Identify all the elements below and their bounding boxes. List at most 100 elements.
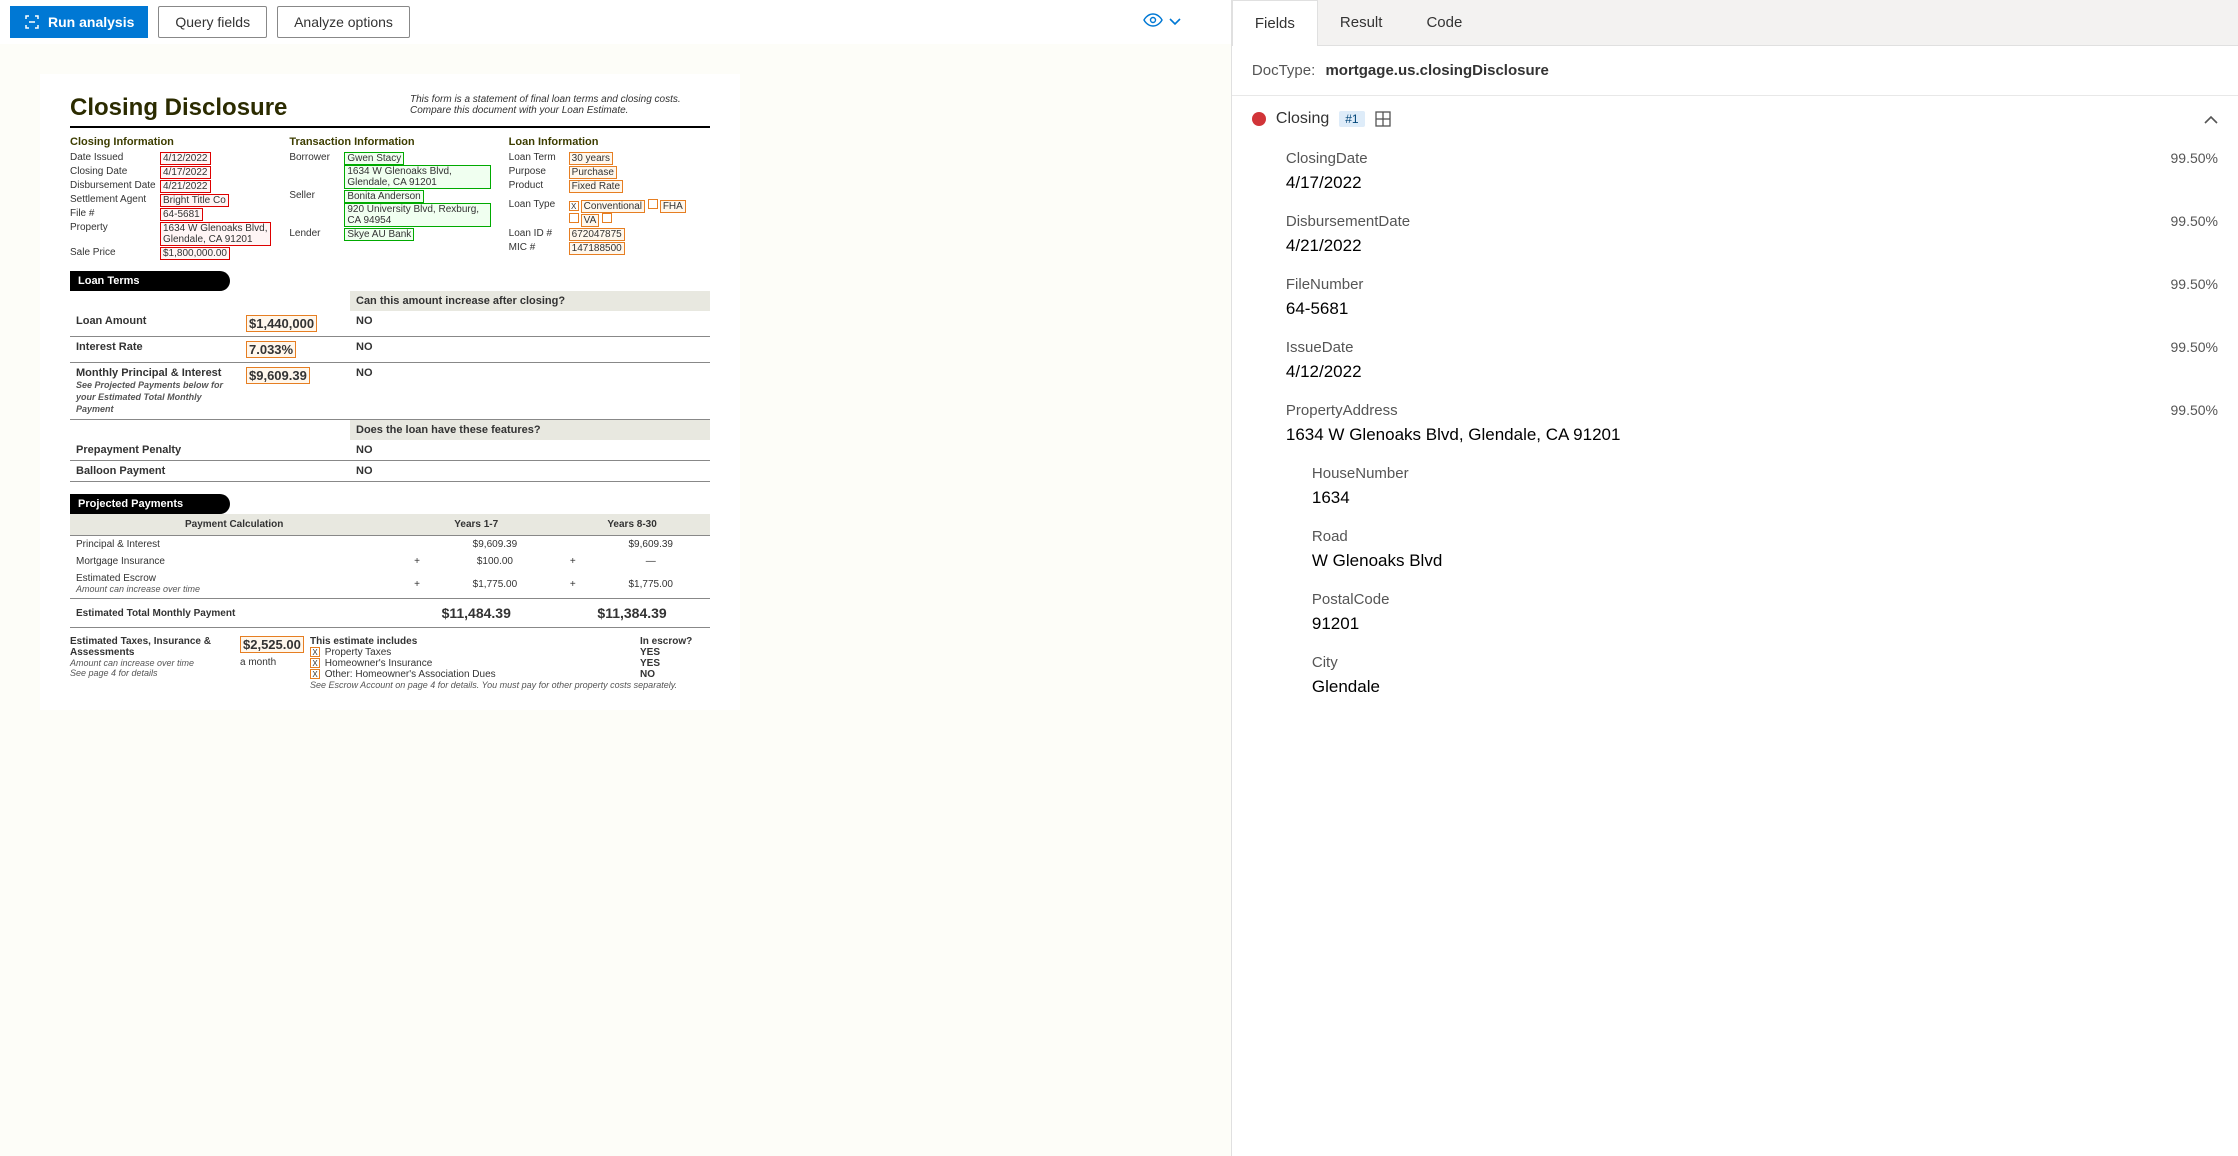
group-title: Closing xyxy=(1276,110,1329,128)
seller-name: Bonita Anderson xyxy=(344,190,423,203)
group-badge: #1 xyxy=(1339,111,1364,127)
file-value: 64-5681 xyxy=(160,208,203,221)
ee-label: Estimated Escrow xyxy=(76,573,156,584)
date-issued-label: Date Issued xyxy=(70,152,160,165)
field-value: 4/12/2022 xyxy=(1286,362,2218,382)
monthly-value: $9,609.39 xyxy=(246,367,310,384)
doctype-label: DocType: xyxy=(1252,62,1315,79)
ee-note: Amount can increase over time xyxy=(76,584,200,594)
loantype-fha: FHA xyxy=(660,200,686,213)
check-icon xyxy=(602,213,612,223)
fields-scroll[interactable]: Closing #1 ClosingDate99.50%4/17/2022Dis… xyxy=(1232,96,2238,1156)
prepay-value: NO xyxy=(350,440,710,461)
includes-header: This estimate includes xyxy=(310,636,640,647)
field-name: PropertyAddress xyxy=(1286,402,1398,419)
field-item[interactable]: FileNumber99.50%64-5681 xyxy=(1232,268,2238,331)
interest-inc: NO xyxy=(350,337,710,363)
mic-label: MIC # xyxy=(509,242,569,255)
monthly-inc: NO xyxy=(350,363,710,420)
subfield-name: HouseNumber xyxy=(1312,465,1409,482)
monthly-note: See Projected Payments below for your Es… xyxy=(76,380,223,414)
eta-note2: See page 4 for details xyxy=(70,668,240,678)
file-label: File # xyxy=(70,208,160,221)
eta-per: a month xyxy=(240,657,276,668)
settlement-value: Bright Title Co xyxy=(160,194,229,207)
date-issued-value: 4/12/2022 xyxy=(160,152,211,165)
field-value: 64-5681 xyxy=(1286,299,2218,319)
chevron-up-icon[interactable] xyxy=(2204,112,2218,127)
loan-info-header: Loan Information xyxy=(509,136,710,148)
check-icon: X xyxy=(569,201,579,211)
field-name: FileNumber xyxy=(1286,276,1364,293)
payment-calc-label: Payment Calculation xyxy=(70,514,398,536)
closing-date-value: 4/17/2022 xyxy=(160,166,211,179)
esc-1: YES xyxy=(640,647,710,658)
doctype-line: DocType: mortgage.us.closingDisclosure xyxy=(1232,46,2238,96)
loantype-label: Loan Type xyxy=(509,199,569,227)
query-fields-button[interactable]: Query fields xyxy=(158,6,267,38)
closing-info-header: Closing Information xyxy=(70,136,271,148)
esc-2: YES xyxy=(640,658,710,669)
eta-note1: Amount can increase over time xyxy=(70,658,240,668)
check-icon xyxy=(648,199,658,209)
loanterm-value: 30 years xyxy=(569,152,613,165)
eta-label: Estimated Taxes, Insurance & Assessments xyxy=(70,636,240,658)
subfield-item[interactable]: PostalCode91201 xyxy=(1232,583,2238,646)
pi-2: $9,609.39 xyxy=(592,536,710,554)
tabs: Fields Result Code xyxy=(1232,0,2238,46)
field-item[interactable]: ClosingDate99.50%4/17/2022 xyxy=(1232,142,2238,205)
purpose-label: Purpose xyxy=(509,166,569,179)
subfield-item[interactable]: HouseNumber 1634 xyxy=(1232,457,2238,520)
transaction-info-header: Transaction Information xyxy=(289,136,490,148)
field-confidence: 99.50% xyxy=(2171,150,2218,166)
subfield-value: Glendale xyxy=(1312,677,2218,697)
loan-amount-inc: NO xyxy=(350,311,710,337)
toolbar: Run analysis Query fields Analyze option… xyxy=(0,0,1231,44)
group-header[interactable]: Closing #1 xyxy=(1232,96,2238,142)
purpose-value: Purchase xyxy=(569,166,617,179)
field-value: 1634 W Glenoaks Blvd, Glendale, CA 91201 xyxy=(1286,425,2218,445)
doctype-value: mortgage.us.closingDisclosure xyxy=(1325,62,1548,79)
field-confidence: 99.50% xyxy=(2171,402,2218,418)
projected-header: Projected Payments xyxy=(70,494,230,514)
mi-label: Mortgage Insurance xyxy=(70,553,398,570)
seller-label: Seller xyxy=(289,190,344,227)
etm-label: Estimated Total Monthly Payment xyxy=(70,599,398,628)
tab-fields[interactable]: Fields xyxy=(1232,0,1318,46)
loantype-conv: Conventional xyxy=(581,200,645,213)
subfield-item[interactable]: CityGlendale xyxy=(1232,646,2238,709)
loan-amount-label: Loan Amount xyxy=(70,311,240,337)
field-item[interactable]: PropertyAddress 99.50% 1634 W Glenoaks Blv… xyxy=(1232,394,2238,457)
field-name: DisbursementDate xyxy=(1286,213,1410,230)
lender-value: Skye AU Bank xyxy=(344,228,414,241)
ee-1: $1,775.00 xyxy=(436,570,554,599)
balloon-value: NO xyxy=(350,461,710,482)
analyze-options-button[interactable]: Analyze options xyxy=(277,6,410,38)
mi-2: — xyxy=(592,553,710,570)
tab-result[interactable]: Result xyxy=(1318,0,1405,45)
eye-icon[interactable] xyxy=(1143,13,1163,32)
saleprice-value: $1,800,000.00 xyxy=(160,247,230,260)
disbursement-value: 4/21/2022 xyxy=(160,180,211,193)
run-analysis-button[interactable]: Run analysis xyxy=(10,6,148,38)
status-dot-icon xyxy=(1252,112,1266,126)
table-icon[interactable] xyxy=(1375,111,1391,127)
chevron-down-icon[interactable] xyxy=(1169,15,1181,29)
years-8-30: Years 8-30 xyxy=(554,514,710,536)
q-increase: Can this amount increase after closing? xyxy=(350,291,710,311)
subfield-value: 91201 xyxy=(1312,614,2218,634)
run-label: Run analysis xyxy=(48,14,134,30)
field-item[interactable]: DisbursementDate99.50%4/21/2022 xyxy=(1232,205,2238,268)
borrower-addr: 1634 W Glenoaks Blvd, Glendale, CA 91201 xyxy=(344,165,490,189)
subfield-item[interactable]: RoadW Glenoaks Blvd xyxy=(1232,520,2238,583)
field-item[interactable]: IssueDate99.50%4/12/2022 xyxy=(1232,331,2238,394)
tab-code[interactable]: Code xyxy=(1404,0,1484,45)
field-confidence: 99.50% xyxy=(2171,339,2218,355)
loantype-va: VA xyxy=(581,214,600,227)
subfield-value: 1634 xyxy=(1312,488,2218,508)
toolbar-right xyxy=(1143,13,1221,32)
product-value: Fixed Rate xyxy=(569,180,623,193)
document-viewer[interactable]: Closing Disclosure This form is a statem… xyxy=(0,44,1231,1156)
inc-3: Other: Homeowner's Association Dues xyxy=(325,669,496,680)
scan-icon xyxy=(24,14,40,30)
